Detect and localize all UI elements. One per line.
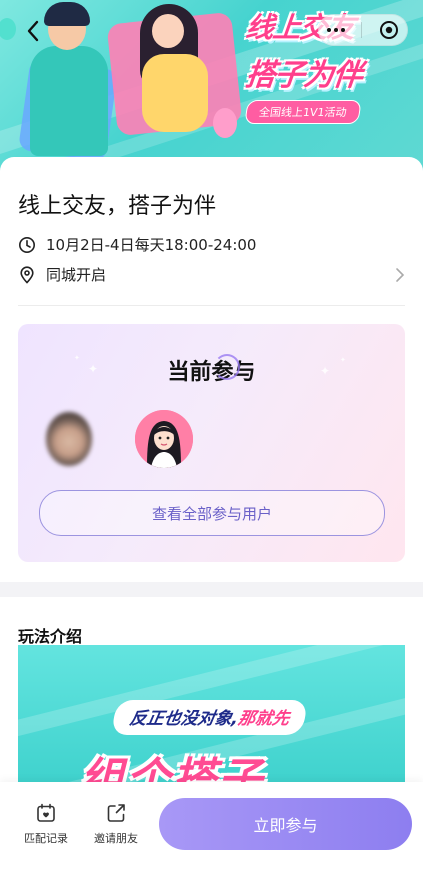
invite-friends-button[interactable]: 邀请朋友: [88, 802, 144, 846]
chevron-left-icon: [27, 20, 39, 42]
mini-program-capsule: [318, 14, 408, 46]
banner-tag: 全国线上1V1活动: [244, 100, 362, 124]
balloon-decoration: [0, 18, 16, 40]
clock-icon: [19, 236, 35, 253]
event-location: 同城开启: [46, 266, 107, 284]
match-history-label: 匹配记录: [24, 832, 68, 845]
banner-title-line2: 搭子为伴: [243, 58, 364, 93]
chevron-right-icon: [396, 267, 405, 282]
participants-title: 当前参与: [18, 354, 405, 386]
event-title: 线上交友，搭子为伴: [18, 194, 217, 219]
play-intro-image: 反正也没对象,那就先 组个搭子: [18, 645, 405, 785]
play-intro-big-text: 组个搭子: [80, 754, 264, 785]
share-icon: [107, 804, 125, 822]
girl-illustration: [142, 54, 208, 132]
swirl-decoration: [214, 354, 240, 380]
join-now-button[interactable]: 立即参与: [159, 798, 412, 850]
event-time-row: 10月2日-4日每天18:00-24:00: [18, 234, 256, 255]
play-subtitle-part-b: 那就先: [236, 709, 291, 729]
calendar-heart-icon: [37, 803, 55, 822]
play-subtitle-part-a: 反正也没对象,: [127, 709, 240, 729]
girl-illustration: [152, 14, 184, 48]
balloon-decoration: [213, 108, 237, 138]
avatar[interactable]: [46, 412, 92, 466]
play-intro-subtitle: 反正也没对象,那就先: [110, 700, 309, 735]
view-all-participants-button[interactable]: 查看全部参与用户: [39, 490, 385, 536]
location-pin-icon: [20, 265, 34, 284]
more-options-icon[interactable]: [327, 28, 346, 32]
participants-title-text: 当前参与: [167, 360, 256, 385]
invite-friends-label: 邀请朋友: [94, 832, 138, 845]
close-target-icon[interactable]: [379, 20, 399, 40]
divider: [18, 305, 405, 306]
avatar[interactable]: [135, 410, 193, 468]
capsule-divider: [361, 22, 363, 38]
girl-avatar-icon: [135, 410, 193, 468]
event-location-row[interactable]: 同城开启: [18, 264, 405, 285]
play-intro-title: 玩法介绍: [18, 627, 83, 646]
boy-illustration: [30, 46, 108, 156]
event-time: 10月2日-4日每天18:00-24:00: [46, 236, 257, 254]
back-button[interactable]: [20, 18, 46, 44]
match-history-button[interactable]: 匹配记录: [18, 802, 74, 846]
boy-illustration: [44, 2, 90, 26]
